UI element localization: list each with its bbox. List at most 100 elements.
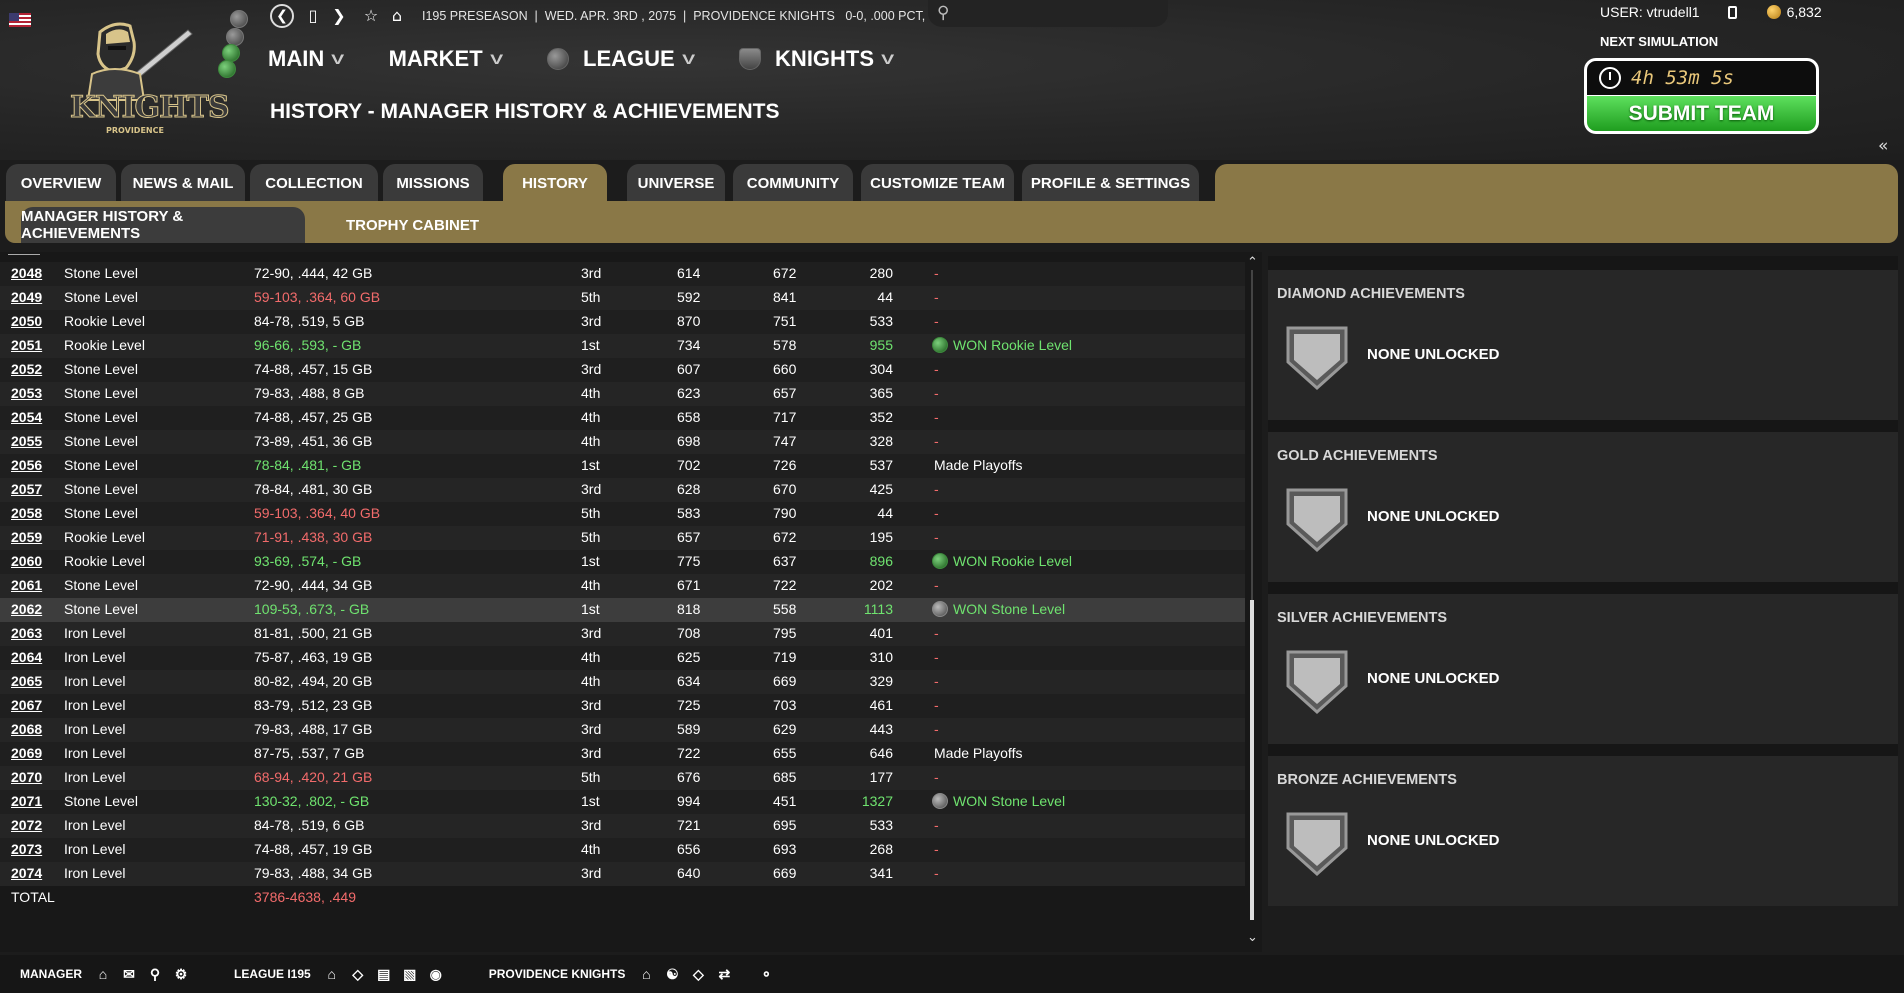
- lightbulb-icon[interactable]: ⚬: [757, 965, 775, 983]
- total-row: TOTAL 3786-4638, .449: [0, 886, 1245, 910]
- nav-knights[interactable]: KNIGHTS V: [739, 46, 894, 72]
- season-year-link[interactable]: 2065: [11, 673, 42, 689]
- chevron-down-icon: V: [489, 51, 503, 67]
- season-year-link[interactable]: 2049: [11, 289, 42, 305]
- tab-overview[interactable]: OVERVIEW: [6, 164, 116, 202]
- season-year-link[interactable]: 2068: [11, 721, 42, 737]
- season-year-link[interactable]: 2055: [11, 433, 42, 449]
- place-cell: 3rd: [581, 865, 602, 881]
- home-icon[interactable]: ⌂: [94, 965, 112, 983]
- home-icon[interactable]: ⌂: [323, 965, 341, 983]
- season-year-link[interactable]: 2072: [11, 817, 42, 833]
- season-year-link[interactable]: 2062: [11, 601, 42, 617]
- season-year-link[interactable]: 2063: [11, 625, 42, 641]
- team-logo[interactable]: KNIGHTS PROVIDENCE: [70, 12, 230, 142]
- season-year-link[interactable]: 2060: [11, 553, 42, 569]
- season-year-link[interactable]: 2069: [11, 745, 42, 761]
- trade-icon[interactable]: ⇄: [715, 965, 733, 983]
- note-text: -: [934, 481, 939, 497]
- phone-icon[interactable]: [1727, 5, 1737, 19]
- season-year-link[interactable]: 2051: [11, 337, 42, 353]
- user-label[interactable]: USER: vtrudell1: [1600, 4, 1700, 20]
- scrollbar-thumb[interactable]: [1250, 600, 1254, 920]
- nav-league[interactable]: LEAGUE V: [547, 46, 695, 72]
- level-cell: Rookie Level: [64, 553, 145, 569]
- nav-market[interactable]: MARKET V: [389, 46, 503, 72]
- subtab-manager-history[interactable]: MANAGER HISTORY & ACHIEVEMENTS: [21, 207, 305, 243]
- season-year-link[interactable]: 2058: [11, 505, 42, 521]
- place-cell: 4th: [581, 409, 601, 425]
- season-year-link[interactable]: 2061: [11, 577, 42, 593]
- us-flag-icon[interactable]: [9, 13, 31, 27]
- submit-team-button[interactable]: SUBMIT TEAM: [1584, 96, 1819, 134]
- tab-collection[interactable]: COLLECTION: [250, 164, 378, 202]
- record-cell: 74-88, .457, 15 GB: [254, 361, 373, 377]
- scroll-up-icon[interactable]: ⌃: [1247, 255, 1258, 270]
- season-year-link[interactable]: 2048: [11, 265, 42, 281]
- season-info: I195 PRESEASON | WED. APR. 3RD , 2075 | …: [422, 8, 983, 23]
- collapse-icon[interactable]: «: [1878, 136, 1888, 156]
- ball-icon[interactable]: ◉: [427, 965, 445, 983]
- tab-profile-settings[interactable]: PROFILE & SETTINGS: [1022, 164, 1199, 202]
- record-cell: 96-66, .593, - GB: [254, 337, 362, 353]
- season-year-link[interactable]: 2070: [11, 769, 42, 785]
- gear-icon[interactable]: ⚙: [172, 965, 190, 983]
- bar-chart-icon[interactable]: ▧: [401, 965, 419, 983]
- tab-universe[interactable]: UNIVERSE: [627, 164, 725, 202]
- season-year-link[interactable]: 2057: [11, 481, 42, 497]
- note-text: -: [934, 697, 939, 713]
- runs-allowed-cell: 669: [773, 673, 797, 689]
- runs-allowed-cell: 841: [773, 289, 797, 305]
- runs-allowed-cell: 747: [773, 433, 797, 449]
- tab-customize-team[interactable]: CUSTOMIZE TEAM: [861, 164, 1014, 202]
- level-cell: Rookie Level: [64, 337, 145, 353]
- place-cell: 3rd: [581, 625, 602, 641]
- favorite-icon[interactable]: ☆: [358, 6, 384, 25]
- season-year-link[interactable]: 2074: [11, 865, 42, 881]
- tab-news-mail[interactable]: NEWS & MAIL: [121, 164, 245, 202]
- card-icon[interactable]: ▤: [375, 965, 393, 983]
- tab-history[interactable]: HISTORY: [503, 164, 607, 202]
- ball-stack-icon[interactable]: [218, 8, 252, 80]
- forward-icon[interactable]: ❯: [326, 6, 352, 25]
- note-cell: Made Playoffs: [934, 457, 1022, 473]
- back-button[interactable]: ❮: [270, 3, 294, 28]
- season-year-link[interactable]: 2050: [11, 313, 42, 329]
- search-box[interactable]: ⚲: [928, 0, 1168, 27]
- season-year-link[interactable]: 2073: [11, 841, 42, 857]
- players-icon[interactable]: ☯: [663, 965, 681, 983]
- search-icon[interactable]: ⚲: [937, 3, 949, 23]
- season-year-link[interactable]: 2059: [11, 529, 42, 545]
- mail-icon[interactable]: ✉: [120, 965, 138, 983]
- note-text: -: [934, 865, 939, 881]
- diamond-icon[interactable]: ◇: [689, 965, 707, 983]
- season-year-link[interactable]: 2053: [11, 385, 42, 401]
- note-text: -: [934, 577, 939, 593]
- search-icon[interactable]: ⚲: [146, 965, 164, 983]
- season-year-link[interactable]: 2064: [11, 649, 42, 665]
- season-year-link[interactable]: 2056: [11, 457, 42, 473]
- level-cell: Iron Level: [64, 769, 126, 785]
- home-icon[interactable]: ⌂: [384, 6, 410, 25]
- level-cell: Stone Level: [64, 361, 138, 377]
- runs-scored-cell: 676: [677, 769, 701, 785]
- season-year-link[interactable]: 2071: [11, 793, 42, 809]
- scroll-down-icon[interactable]: ⌄: [1247, 930, 1258, 945]
- level-cell: Iron Level: [64, 817, 126, 833]
- note-cell: -: [934, 265, 939, 281]
- total-record: 3786-4638, .449: [254, 889, 356, 905]
- tab-missions[interactable]: MISSIONS: [383, 164, 483, 202]
- nav-main[interactable]: MAIN V: [268, 46, 344, 72]
- pause-icon[interactable]: ▯: [300, 6, 326, 25]
- home-icon[interactable]: ⌂: [637, 965, 655, 983]
- season-year-link[interactable]: 2067: [11, 697, 42, 713]
- level-cell: Stone Level: [64, 457, 138, 473]
- season-year-link[interactable]: 2052: [11, 361, 42, 377]
- subtab-trophy-cabinet[interactable]: TROPHY CABINET: [330, 207, 495, 243]
- season-year-link[interactable]: 2054: [11, 409, 42, 425]
- coin-count[interactable]: 6,832: [1787, 4, 1822, 20]
- place-cell: 1st: [581, 601, 600, 617]
- diamond-icon[interactable]: ◇: [349, 965, 367, 983]
- runs-allowed-cell: 669: [773, 865, 797, 881]
- tab-community[interactable]: COMMUNITY: [733, 164, 853, 202]
